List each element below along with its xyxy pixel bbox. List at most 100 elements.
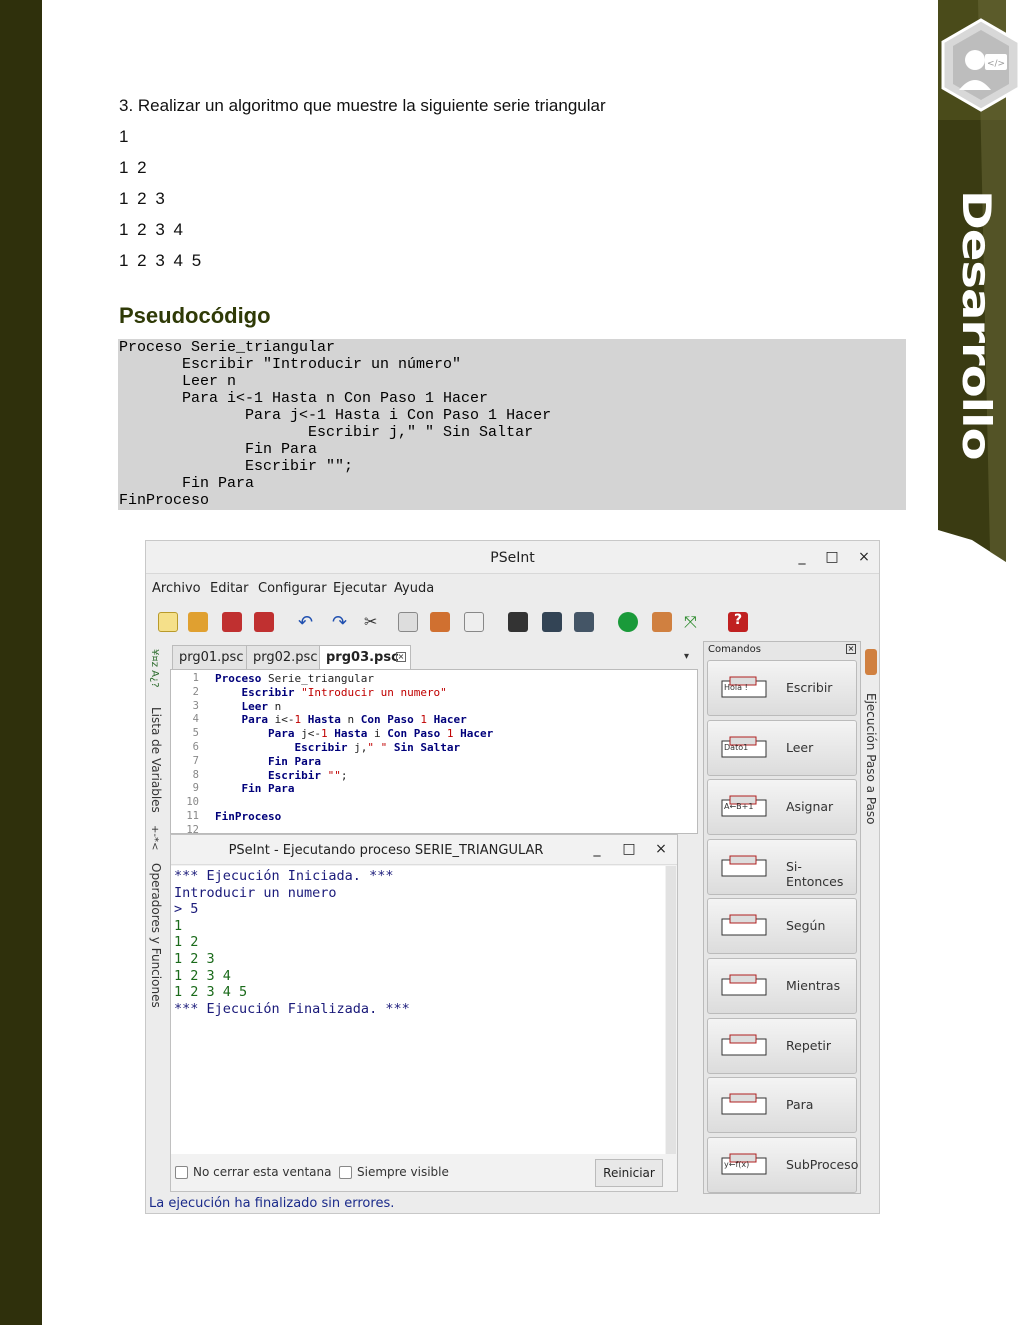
step-icon[interactable]	[652, 612, 672, 632]
pseudocode-block: Proceso Serie_triangular Escribir "Intro…	[118, 339, 906, 510]
operators-icon[interactable]: +-*<	[149, 825, 160, 850]
copy-icon[interactable]	[398, 612, 418, 632]
output-line: *** Ejecución Finalizada. ***	[174, 1000, 410, 1017]
run-close-button[interactable]: ×	[653, 841, 669, 857]
left-margin-bar	[0, 0, 42, 1325]
command-repeat-button[interactable]: Repetir	[707, 1017, 857, 1074]
tab-prg03[interactable]: prg03.psc ×	[319, 645, 411, 669]
code-line: Proceso Serie_triangular	[215, 672, 374, 685]
variables-icon[interactable]: ¥¤z A¿?	[149, 649, 160, 688]
run-window-title: PSeInt - Ejecutando proceso SERIE_TRIANG…	[228, 843, 544, 858]
operators-panel-tab[interactable]: Operadores y Funciones	[149, 863, 163, 1008]
editor-tabs: prg01.psc prg02.psc prg03.psc × ▾	[170, 645, 700, 669]
paste-icon[interactable]	[430, 612, 450, 632]
section-heading: Pseudocódigo	[119, 303, 271, 328]
commands-close-icon[interactable]: ×	[846, 644, 856, 654]
code-line: Escribir "";	[267, 768, 348, 782]
tab-close-icon[interactable]: ×	[396, 652, 406, 662]
flowchart-icon[interactable]: ⤧	[684, 612, 704, 632]
tabs-dropdown-icon[interactable]: ▾	[684, 651, 689, 662]
help-icon[interactable]: ?	[728, 612, 748, 632]
menu-configurar[interactable]: Configurar	[258, 581, 327, 596]
series-line: 1 2 3 4 5	[119, 251, 204, 270]
no-close-checkbox[interactable]	[175, 1166, 188, 1179]
redo-icon[interactable]: ↷	[332, 612, 352, 633]
icon-caption: Hola !	[724, 683, 748, 692]
run-output-text: *** Ejecución Iniciada. *** Introducir u…	[171, 866, 665, 1017]
right-side-panel: Ejecución Paso a Paso	[863, 641, 879, 941]
series-line: 1	[119, 127, 131, 146]
step-execution-tab[interactable]: Ejecución Paso a Paso	[864, 693, 878, 824]
output-line: 1 2 3 4 5	[174, 984, 248, 1001]
variables-panel-tab[interactable]: Lista de Variables	[149, 707, 163, 813]
code-line: Para j<-1 Hasta i Con Paso 1 Hacer	[267, 727, 494, 741]
command-read-button[interactable]: Dato1 Leer	[707, 719, 857, 776]
save-as-icon[interactable]	[254, 612, 274, 632]
command-assign-button[interactable]: A←B+1 Asignar	[707, 779, 857, 836]
undo-icon[interactable]: ↶	[298, 612, 318, 633]
cut-icon[interactable]: ✂	[364, 612, 384, 632]
line-number: 6	[192, 741, 199, 753]
find-next-icon[interactable]	[542, 612, 562, 632]
output-line: Introducir un numero	[174, 884, 337, 901]
command-label: Repetir	[786, 1037, 831, 1053]
command-label: Para	[786, 1097, 814, 1113]
line-number: 12	[186, 823, 199, 834]
icon-caption: A←B+1	[724, 802, 754, 812]
run-scrollbar[interactable]	[666, 866, 676, 1154]
open-folder-icon[interactable]	[188, 612, 208, 632]
run-icon[interactable]	[618, 612, 638, 632]
command-label: Si-Entonces	[786, 858, 844, 889]
new-file-icon[interactable]	[158, 612, 178, 632]
tab-prg01[interactable]: prg01.psc	[172, 645, 251, 669]
command-while-button[interactable]: Mientras	[707, 958, 857, 1014]
left-side-panel: ¥¤z A¿? Lista de Variables +-*< Operador…	[146, 641, 166, 1111]
status-bar: La ejecución ha finalizado sin errores.	[149, 1196, 395, 1211]
save-icon[interactable]	[222, 612, 242, 632]
series-line: 1 2 3 4	[119, 220, 185, 239]
replace-icon[interactable]	[574, 612, 594, 632]
while-icon	[718, 973, 773, 1001]
repeat-icon	[718, 1033, 773, 1061]
menu-archivo[interactable]: Archivo	[152, 581, 201, 596]
run-minimize-button[interactable]: _	[589, 841, 605, 857]
code-line: Escribir j," " Sin Saltar	[294, 741, 461, 754]
tab-prg02[interactable]: prg02.psc	[246, 645, 325, 669]
close-button[interactable]: ×	[856, 549, 872, 565]
commands-title: Comandos	[708, 644, 761, 655]
menu-editar[interactable]: Editar	[210, 581, 249, 596]
menu-ejecutar[interactable]: Ejecutar	[333, 581, 387, 596]
code-editor[interactable]: 1 Proceso Serie_triangular 2 Escribir "Int…	[170, 669, 698, 834]
tab-label: prg03.psc	[326, 650, 399, 665]
banner-title: Desarrollo	[953, 190, 1000, 460]
line-number: 10	[186, 796, 199, 809]
if-then-icon	[718, 854, 773, 882]
command-if-then-button[interactable]: Si-Entonces	[707, 838, 857, 895]
output-line: 1	[174, 917, 183, 934]
series-line: 1 2	[119, 158, 149, 177]
run-maximize-button[interactable]: □	[621, 841, 637, 857]
output-line: 1 2 3	[174, 950, 215, 967]
step-execution-icon[interactable]	[865, 649, 877, 675]
code-logo-icon: </>	[941, 18, 1021, 112]
menu-ayuda[interactable]: Ayuda	[394, 581, 434, 596]
line-number: 2	[192, 685, 199, 698]
minimize-button[interactable]: _	[794, 549, 810, 565]
always-visible-checkbox[interactable]	[339, 1166, 352, 1179]
line-number: 11	[186, 810, 199, 822]
format-icon[interactable]	[464, 612, 484, 632]
restart-button[interactable]: Reiniciar	[595, 1159, 663, 1187]
icon-caption: y←f(x)	[724, 1159, 750, 1169]
code-line: FinProceso	[215, 810, 282, 823]
run-title-bar: PSeInt - Ejecutando proceso SERIE_TRIANG…	[171, 835, 677, 865]
maximize-button[interactable]: □	[824, 549, 840, 565]
command-subprocess-button[interactable]: y←f(x) SubProceso	[707, 1136, 858, 1193]
line-number: 1	[192, 672, 199, 684]
output-line: 1 2 3 4	[174, 967, 231, 984]
command-write-button[interactable]: Hola ! Escribir	[707, 660, 857, 716]
find-icon[interactable]	[508, 612, 528, 632]
command-for-button[interactable]: Para	[707, 1077, 857, 1134]
run-window: PSeInt - Ejecutando proceso SERIE_TRIANG…	[170, 834, 678, 1192]
code-line: Leer n	[241, 699, 282, 713]
command-switch-button[interactable]: Según	[707, 898, 857, 955]
